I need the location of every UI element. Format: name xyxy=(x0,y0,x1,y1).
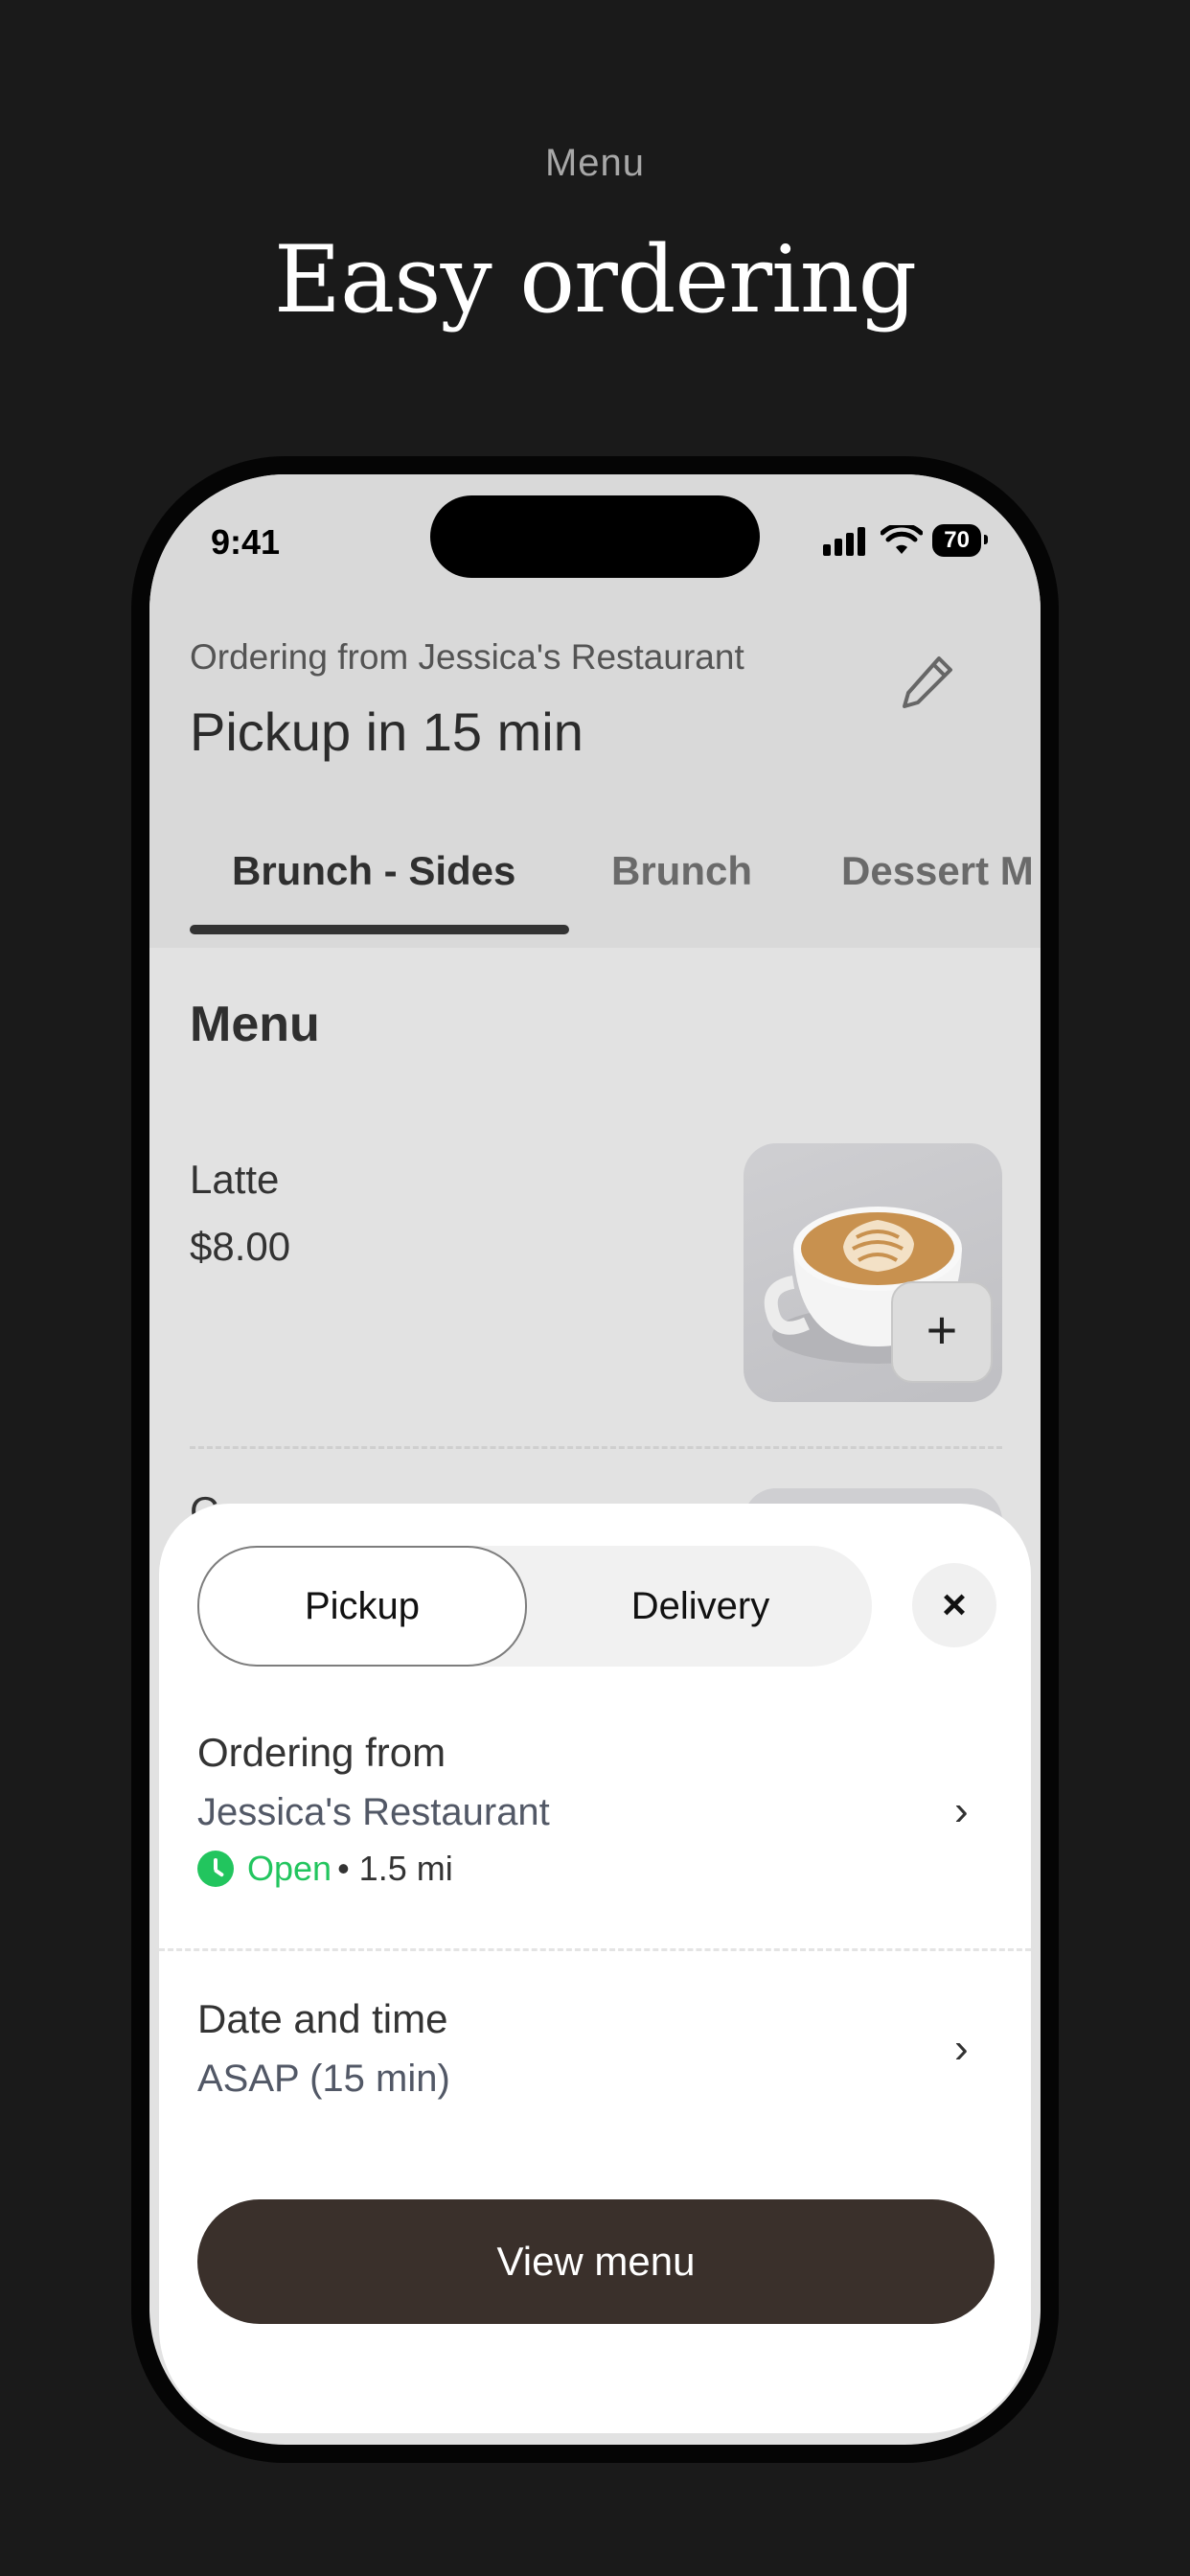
item-price: $8.00 xyxy=(190,1224,291,1269)
phone-screen: 9:41 70 Ordering from Jessica's Restaura… xyxy=(149,474,1041,2445)
status-icons: 70 xyxy=(821,524,988,557)
pencil-icon[interactable] xyxy=(897,651,958,712)
item-divider xyxy=(190,1446,1002,1449)
ordering-from-title: Ordering from xyxy=(197,1730,446,1775)
eyebrow-label: Menu xyxy=(544,142,646,184)
item-name[interactable]: Latte xyxy=(190,1157,279,1203)
order-options-sheet: Pickup Delivery × Ordering from Jessica'… xyxy=(159,1504,1031,2433)
status-time: 9:41 xyxy=(211,522,281,562)
fulfillment-toggle: Pickup Delivery xyxy=(197,1546,872,1667)
clock-icon xyxy=(197,1851,234,1887)
close-icon[interactable]: × xyxy=(912,1563,996,1647)
view-menu-button[interactable]: View menu xyxy=(197,2199,995,2324)
distance: • 1.5 mi xyxy=(337,1849,453,1888)
menu-heading: Menu xyxy=(190,997,320,1052)
wifi-icon xyxy=(881,525,924,554)
date-time-title: Date and time xyxy=(197,1996,448,2041)
active-tab-indicator xyxy=(190,925,569,934)
tab-brunch[interactable]: Brunch xyxy=(611,848,752,894)
pickup-option[interactable]: Pickup xyxy=(197,1546,527,1667)
restaurant-status: Open • 1.5 mi xyxy=(197,1849,453,1889)
restaurant-name[interactable]: Jessica's Restaurant xyxy=(197,1791,550,1834)
date-time-value[interactable]: ASAP (15 min) xyxy=(197,2058,450,2101)
tab-brunch-sides[interactable]: Brunch - Sides xyxy=(232,848,515,894)
pickup-title: Pickup in 15 min xyxy=(190,702,584,762)
dynamic-island xyxy=(430,495,760,578)
delivery-option[interactable]: Delivery xyxy=(529,1546,872,1667)
open-status: Open xyxy=(247,1849,332,1888)
category-tabs: Brunch - Sides Brunch Dessert M xyxy=(149,819,1041,948)
chevron-right-icon[interactable]: › xyxy=(954,1787,969,1835)
tab-dessert[interactable]: Dessert M xyxy=(841,848,1034,894)
signal-icon xyxy=(823,527,866,556)
battery-icon: 70 xyxy=(932,524,988,557)
headline: Easy ordering xyxy=(273,226,917,334)
sheet-divider xyxy=(159,1948,1031,1951)
chevron-right-icon[interactable]: › xyxy=(954,2025,969,2073)
add-item-button[interactable]: + xyxy=(891,1281,993,1383)
phone-frame: 9:41 70 Ordering from Jessica's Restaura… xyxy=(131,456,1059,2463)
ordering-from-label: Ordering from Jessica's Restaurant xyxy=(190,637,744,677)
